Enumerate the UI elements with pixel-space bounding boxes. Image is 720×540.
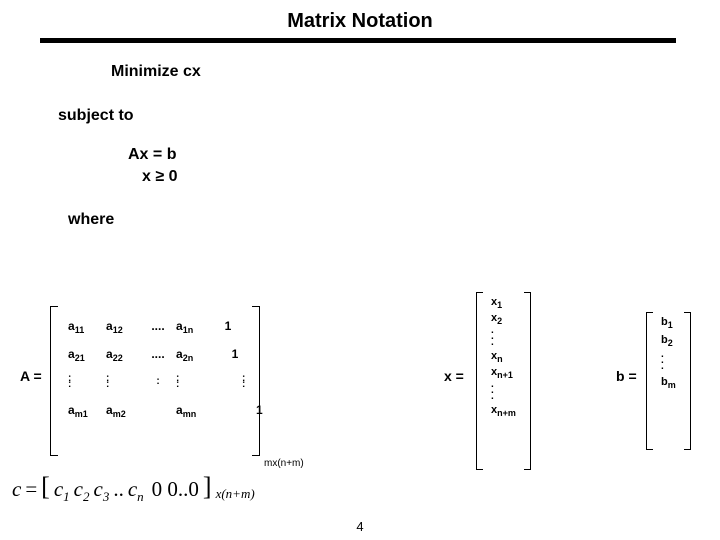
- matrix-a: a11 a12 .... a1n 1 a21 a22 .... a2n 1 ::…: [50, 306, 260, 456]
- bracket-left-icon: [646, 312, 653, 450]
- body-block: Minimize cx subject to Ax = b x ≥ 0 wher…: [58, 55, 678, 231]
- bracket-right-icon: [524, 292, 531, 470]
- matrix-a-dim: mx(n+m): [264, 458, 304, 469]
- objective-line: Minimize cx: [111, 61, 678, 83]
- vector-x-label: x =: [444, 368, 464, 384]
- vector-b-label: b =: [616, 368, 637, 384]
- where-line: where: [68, 209, 678, 231]
- bracket-right-icon: [252, 306, 260, 456]
- slide-title: Matrix Notation: [0, 10, 720, 33]
- bracket-left-icon: [50, 306, 58, 456]
- matrices-area: A = a11 a12 .... a1n 1 a21 a22 .... a2n …: [16, 298, 704, 478]
- vector-x-content: x1 x2 . . . xn xn+1 . . . xn+m: [483, 292, 524, 470]
- title-underline: [40, 38, 676, 43]
- constraint-nonneg: x ≥ 0: [142, 166, 678, 188]
- bracket-right-icon: [684, 312, 691, 450]
- vector-c: c = [ c1 c2 c3 .. cn 0 0..0 ] x(n+m): [12, 474, 255, 504]
- bracket-left-icon: [476, 292, 483, 470]
- slide: Matrix Notation Minimize cx subject to A…: [0, 0, 720, 540]
- vector-b: b1 b2 . . . bm: [646, 312, 691, 450]
- constraints-block: Ax = b x ≥ 0: [128, 144, 678, 187]
- vector-b-content: b1 b2 . . . bm: [653, 312, 684, 450]
- matrix-a-content: a11 a12 .... a1n 1 a21 a22 .... a2n 1 ::…: [58, 306, 252, 456]
- vector-x: x1 x2 . . . xn xn+1 . . . xn+m: [476, 292, 531, 470]
- subject-to-line: subject to: [58, 105, 678, 127]
- page-number: 4: [0, 519, 720, 534]
- constraint-equality: Ax = b: [128, 144, 678, 166]
- matrix-a-label: A =: [20, 368, 42, 384]
